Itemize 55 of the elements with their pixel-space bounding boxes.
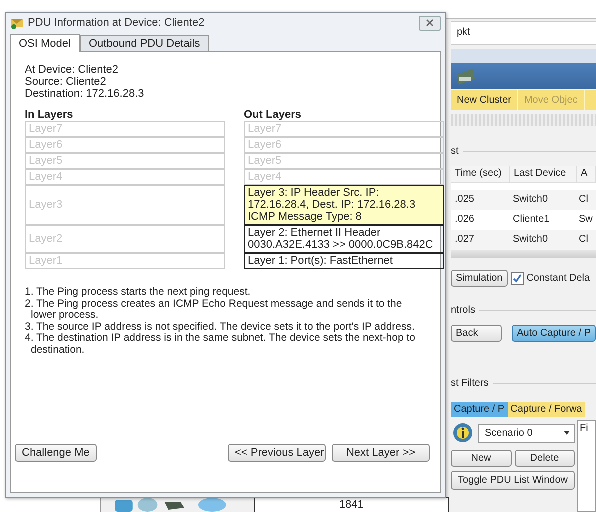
step-text: 2. The Ping process creates an ICMP Echo Request message and sends it to the lower process. <box>25 298 404 322</box>
device-name-cell: 1841 <box>254 497 449 512</box>
close-button[interactable] <box>419 16 441 30</box>
layer-cell[interactable]: Layer 1: Port(s): FastEthernet <box>244 253 444 269</box>
tab[interactable]: OSI Model <box>10 34 80 52</box>
challenge-me-button[interactable]: Challenge Me <box>15 444 97 462</box>
info-line: Destination: 172.16.28.3 <box>25 88 146 100</box>
info-line: Source: Cliente2 <box>25 76 108 88</box>
checkmark-icon <box>512 274 522 283</box>
column-header[interactable]: A <box>577 166 596 182</box>
toggle-pdu-list-button[interactable]: Toggle PDU List Window <box>451 471 575 490</box>
table-cell-text: Cl <box>578 193 590 207</box>
new-button[interactable]: New <box>451 450 512 467</box>
back-button[interactable]: Back <box>451 325 502 342</box>
column-heading: In Layers <box>25 109 74 121</box>
column-header[interactable]: Time (sec) <box>451 166 510 182</box>
scroll-bar[interactable] <box>451 250 596 258</box>
table-cell-text: .025 <box>454 193 476 207</box>
step-text: 4. The destination IP address is in the same subnet. The device sets the next-hop to destination. <box>25 333 416 356</box>
table-cell-text: .026 <box>454 213 476 227</box>
simulation-button[interactable]: Simulation <box>451 270 508 287</box>
tab[interactable]: Outbound PDU Details <box>80 35 210 51</box>
table-cell-text: Cliente1 <box>512 213 551 227</box>
next-layer-button[interactable]: Next Layer >> <box>332 444 430 462</box>
group-label: st <box>451 146 459 156</box>
layer-cell[interactable]: Layer 2: Ethernet II Header 0030.A32E.4133 >> 0000.0C9B.842C <box>244 225 444 253</box>
file-name: pkt <box>457 27 470 38</box>
table-cell-text: Switch0 <box>512 193 550 207</box>
column-heading: Out Layers <box>244 109 302 121</box>
step-text: 3. The source IP address is not specified. The device sets it to the port's IP address. <box>25 322 416 332</box>
table-cell-text: Cl <box>578 233 590 247</box>
panel-header: Fi <box>580 423 588 434</box>
table-cell-text: Switch0 <box>512 233 550 247</box>
checkbox-label: Constant Dela <box>526 273 590 284</box>
step-text: 1. The Ping process starts the next ping request. <box>25 287 252 298</box>
tab[interactable]: Capture / P <box>451 402 508 417</box>
toolbar-button[interactable]: New Cluster <box>451 90 518 110</box>
layer-cell[interactable]: Layer 3: IP Header Src. IP: 172.16.28.4, Dest. IP: 172.16.28.3 ICMP Message Type: 8 <box>244 185 444 225</box>
info-icon <box>453 423 473 443</box>
checkbox[interactable] <box>510 272 524 285</box>
tab[interactable]: Capture / Forwa <box>508 402 586 417</box>
envelope-icon <box>10 16 24 30</box>
previous-layer-button[interactable]: << Previous Layer <box>228 444 326 462</box>
delete-button[interactable]: Delete <box>514 450 575 467</box>
caret-icon <box>564 431 570 435</box>
auto-capture-button[interactable]: Auto Capture / P <box>512 325 596 342</box>
window-title: PDU Information at Device: Cliente2 <box>28 17 206 29</box>
info-line: At Device: Cliente2 <box>25 64 120 76</box>
scenario-dropdown[interactable]: Scenario 0 <box>478 424 575 442</box>
column-header[interactable]: Last Device <box>510 166 577 182</box>
group-label: st Filters <box>451 378 489 388</box>
table-cell-text: .027 <box>454 233 476 247</box>
group-label: ntrols <box>451 304 476 316</box>
table-cell-text: Sw <box>578 213 594 227</box>
close-icon <box>426 19 434 27</box>
